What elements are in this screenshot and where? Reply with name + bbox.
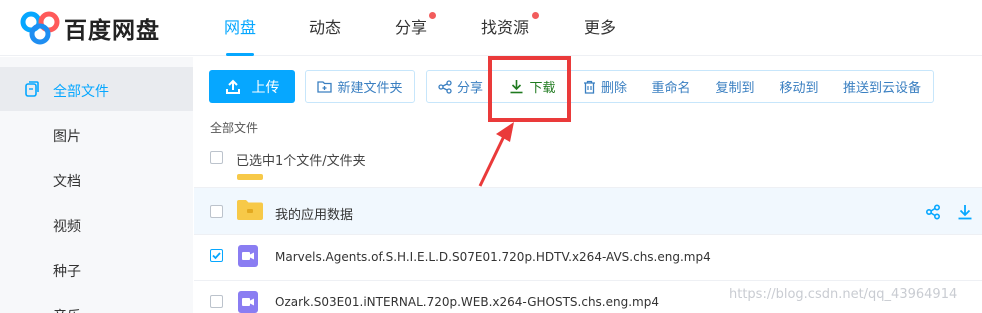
checkmark-icon xyxy=(212,252,221,260)
video-file-icon xyxy=(238,291,258,313)
file-name[interactable]: 我的应用数据 xyxy=(275,204,353,223)
baidu-netdisk-window: 百度网盘 网盘 动态 分享 找资源 更多 全部文件 图片 文档 视频 种子 音乐… xyxy=(0,0,982,313)
nav-active-indicator xyxy=(226,53,254,56)
move-to-label: 移动到 xyxy=(779,81,819,96)
breadcrumb[interactable]: 全部文件 xyxy=(210,119,258,136)
new-folder-label: 新建文件夹 xyxy=(337,81,403,96)
download-highlight-box xyxy=(488,56,571,122)
all-files-icon xyxy=(25,81,39,97)
share-notification-dot xyxy=(429,12,436,19)
video-file-icon xyxy=(238,245,258,267)
nav-netdisk[interactable]: 网盘 xyxy=(224,14,256,38)
row-divider xyxy=(194,280,982,281)
nav-more[interactable]: 更多 xyxy=(584,14,616,38)
folder-icon xyxy=(237,174,263,180)
move-to-button[interactable]: 移动到 xyxy=(767,70,832,103)
row-checkbox[interactable] xyxy=(210,249,223,262)
nav-activity[interactable]: 动态 xyxy=(309,14,341,38)
new-folder-button[interactable]: 新建文件夹 xyxy=(305,70,415,103)
select-all-checkbox[interactable] xyxy=(210,151,223,164)
top-bar: 百度网盘 网盘 动态 分享 找资源 更多 xyxy=(0,0,982,56)
sidebar-item-music[interactable]: 音乐 xyxy=(53,306,81,313)
rename-button[interactable]: 重命名 xyxy=(639,70,704,103)
upload-icon xyxy=(225,79,240,94)
upload-button[interactable]: 上传 xyxy=(209,70,295,103)
download-icon[interactable] xyxy=(957,204,973,220)
copy-to-label: 复制到 xyxy=(715,81,755,96)
share-label: 分享 xyxy=(456,81,483,96)
annotation-arrow-icon xyxy=(478,122,514,187)
share-button[interactable]: 分享 xyxy=(426,70,495,103)
delete-label: 删除 xyxy=(600,81,627,96)
row-divider xyxy=(194,234,982,235)
delete-button[interactable]: 删除 xyxy=(571,70,640,103)
new-folder-icon xyxy=(317,81,333,93)
brand-title: 百度网盘 xyxy=(64,18,160,44)
push-to-cloud-button[interactable]: 推送到云设备 xyxy=(831,70,934,103)
nav-find-resources[interactable]: 找资源 xyxy=(481,14,529,38)
sidebar-item-torrents[interactable]: 种子 xyxy=(53,261,81,281)
watermark: https://blog.csdn.net/qq_43964914 xyxy=(729,287,958,302)
upload-label: 上传 xyxy=(251,79,280,96)
share-icon xyxy=(438,79,452,94)
sidebar-item-documents[interactable]: 文档 xyxy=(53,171,81,191)
selection-info: 已选中1个文件/文件夹 xyxy=(236,154,366,169)
resources-notification-dot xyxy=(532,12,539,19)
share-icon[interactable] xyxy=(925,204,941,220)
baidu-netdisk-logo-icon xyxy=(20,11,60,45)
sidebar: 全部文件 图片 文档 视频 种子 音乐 xyxy=(0,57,193,313)
file-name[interactable]: Marvels.Agents.of.S.H.I.E.L.D.S07E01.720… xyxy=(275,250,711,264)
copy-to-button[interactable]: 复制到 xyxy=(703,70,768,103)
row-checkbox[interactable] xyxy=(210,205,223,218)
nav-share[interactable]: 分享 xyxy=(395,14,427,38)
sidebar-item-videos[interactable]: 视频 xyxy=(53,216,81,236)
trash-icon xyxy=(583,80,595,94)
rename-label: 重命名 xyxy=(651,81,691,96)
row-checkbox[interactable] xyxy=(210,295,223,308)
sidebar-item-all-files[interactable]: 全部文件 xyxy=(53,81,109,101)
push-to-cloud-label: 推送到云设备 xyxy=(842,81,921,96)
file-name[interactable]: Ozark.S03E01.iNTERNAL.720p.WEB.x264-GHOS… xyxy=(275,295,659,309)
folder-icon xyxy=(237,200,263,220)
sidebar-item-images[interactable]: 图片 xyxy=(53,126,81,146)
